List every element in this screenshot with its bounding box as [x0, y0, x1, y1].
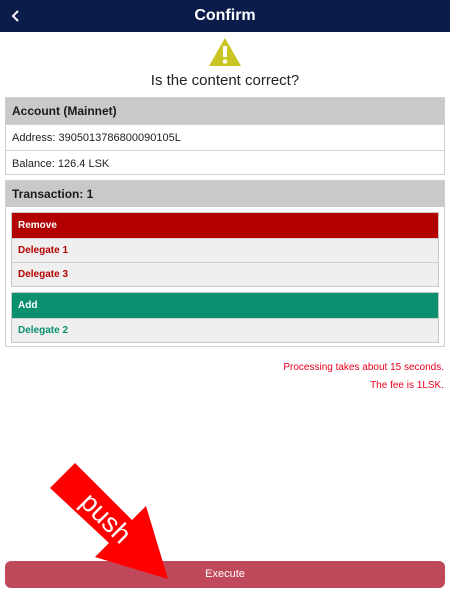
remove-heading: Remove [12, 213, 438, 238]
fee-note: The fee is 1LSK. [370, 380, 444, 391]
transaction-heading: Transaction: 1 [6, 181, 444, 207]
account-balance: Balance: 126.4 LSK [6, 150, 444, 176]
account-address: Address: 3905013786800090105L [6, 124, 444, 150]
account-heading: Account (Mainnet) [6, 98, 444, 124]
header-bar: Confirm [0, 0, 450, 32]
add-heading: Add [12, 293, 438, 318]
processing-note: Processing takes about 15 seconds. [283, 362, 444, 373]
warning-triangle-icon [209, 38, 241, 66]
account-panel: Account (Mainnet) Address: 3905013786800… [5, 97, 445, 175]
remove-delegate-item: Delegate 1 [12, 238, 438, 262]
add-group: Add Delegate 2 [11, 292, 439, 343]
add-delegate-item: Delegate 2 [12, 318, 438, 342]
page-title: Confirm [194, 7, 256, 24]
push-label: push [75, 487, 138, 550]
remove-group: Remove Delegate 1 Delegate 3 [11, 212, 439, 287]
transaction-panel: Transaction: 1 Remove Delegate 1 Delegat… [5, 180, 445, 347]
execute-button[interactable]: Execute [5, 561, 445, 588]
confirm-question: Is the content correct? [150, 72, 300, 89]
remove-delegate-item: Delegate 3 [12, 262, 438, 286]
